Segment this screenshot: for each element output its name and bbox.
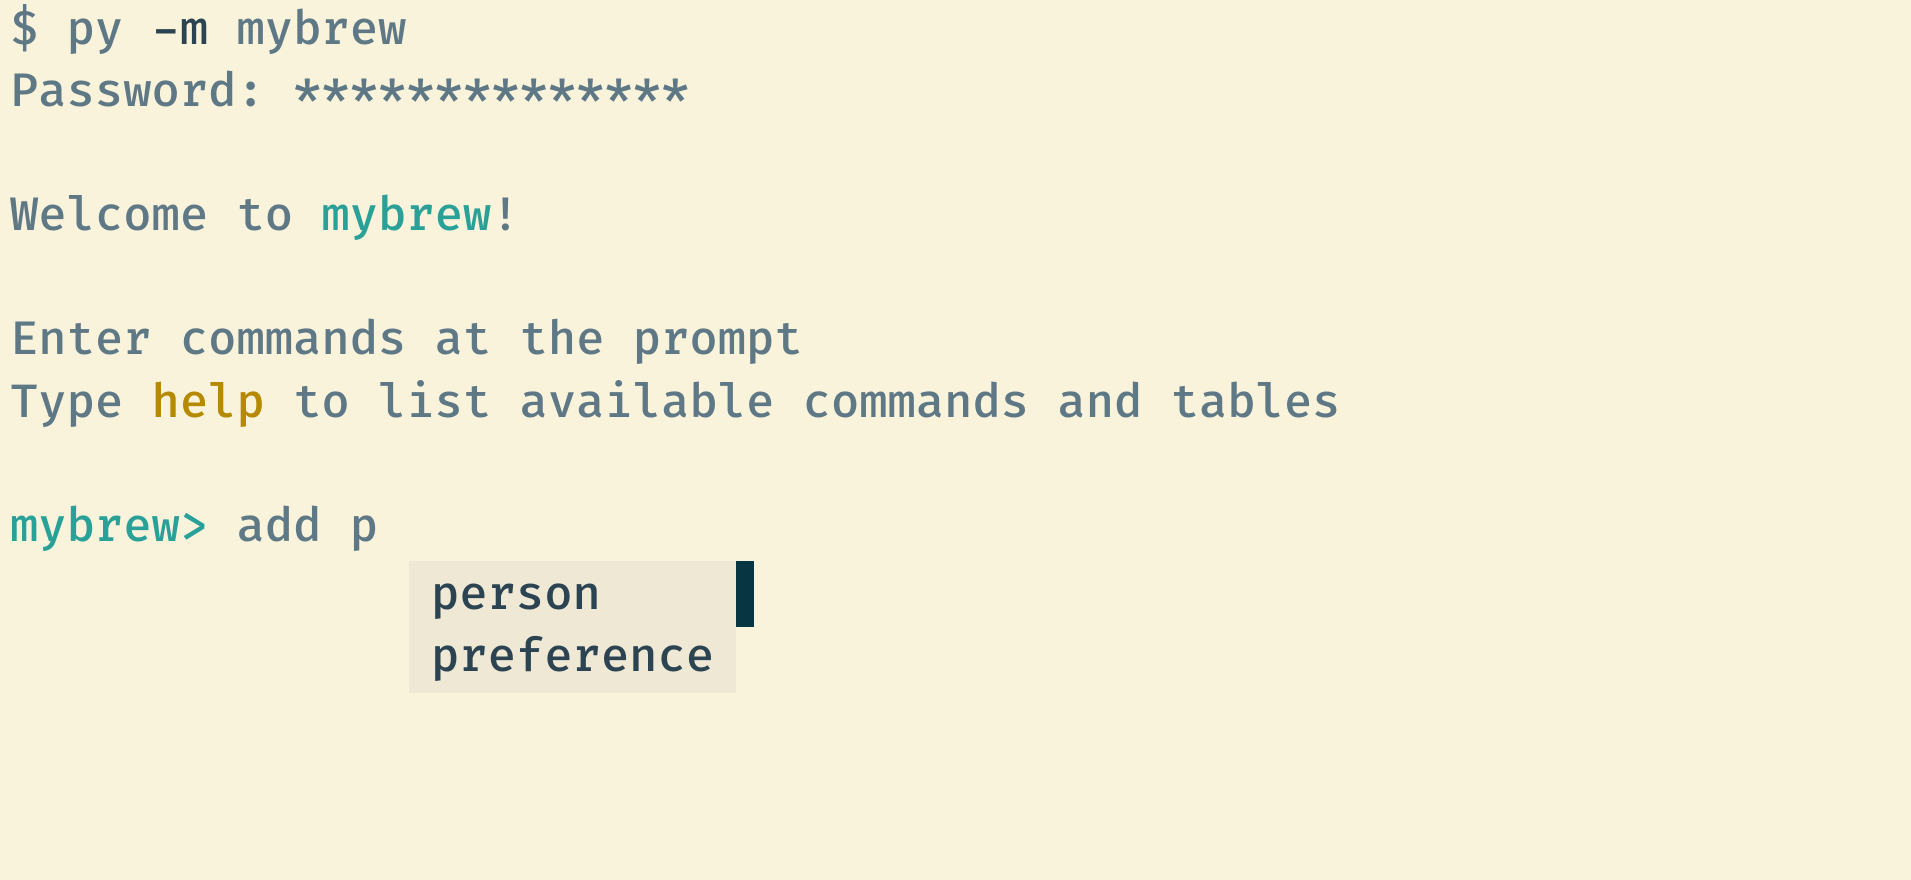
repl-prompt: mybrew> (10, 500, 208, 556)
help-post: to list available commands and tables (265, 376, 1341, 432)
autocomplete-scrollbar[interactable] (736, 561, 754, 627)
repl-input[interactable]: add p (208, 500, 378, 556)
autocomplete-item-person[interactable]: person (431, 565, 714, 627)
instruction-line: Enter commands at the prompt (10, 313, 803, 369)
password-mask: ************** (293, 65, 689, 121)
shell-prompt: $ (10, 3, 67, 59)
flag-m: -m (152, 3, 209, 59)
welcome-pre: Welcome to (10, 189, 321, 245)
welcome-post: ! (491, 189, 519, 245)
autocomplete-list: person preference (409, 561, 736, 693)
help-command: help (152, 376, 265, 432)
autocomplete-item-preference[interactable]: preference (431, 627, 714, 689)
command-py: py (67, 3, 152, 59)
autocomplete-popup: person preference (409, 561, 1901, 693)
terminal-output: $ py -m mybrew Password: ************** … (10, 0, 1901, 559)
module-name: mybrew (208, 3, 406, 59)
password-label: Password: (10, 65, 293, 121)
help-pre: Type (10, 376, 152, 432)
app-name: mybrew (321, 189, 491, 245)
